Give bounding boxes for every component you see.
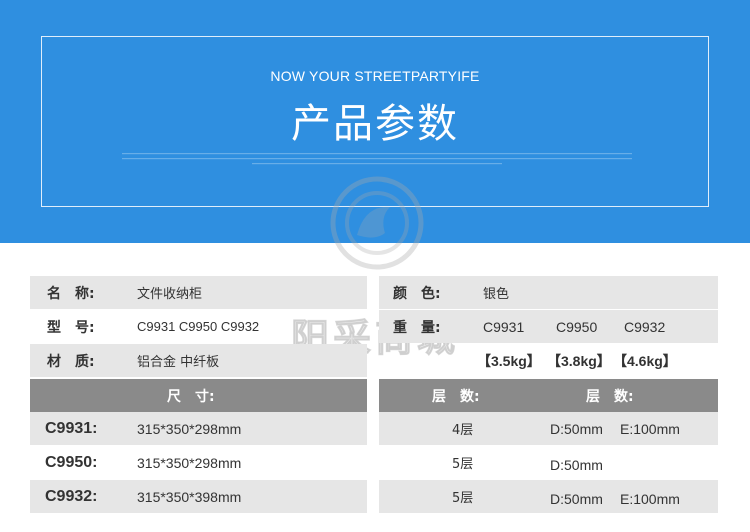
model-label: 型 号: (47, 319, 95, 336)
table-row: C9932: 315*350*398mm (30, 480, 367, 513)
row-layers: 4层 (452, 423, 474, 438)
layers-header-1: 层 数: (432, 388, 480, 405)
row-size: 315*350*298mm (137, 420, 242, 437)
header-banner: NOW YOUR STREETPARTYIFE 产品参数 (0, 0, 750, 243)
banner-decorative-lines (112, 151, 642, 173)
row-layers: 5层 (452, 491, 474, 506)
row-size: 315*350*398mm (137, 488, 242, 505)
name-label: 名 称: (47, 285, 95, 302)
row-layers: 5层 (452, 457, 474, 472)
table-row: 5层 D:50mm E:100mm (379, 480, 718, 513)
spec-row-color: 颜 色: 银色 (379, 276, 718, 309)
size-header: 尺 寸: (167, 388, 215, 405)
weight-value-2: 【3.8kg】 (547, 352, 611, 369)
layers-header-bar: 层 数: 层 数: (379, 379, 718, 412)
row-code: C9950: (45, 453, 98, 471)
weight-label: 重 量: (393, 319, 441, 336)
spec-row-model: 型 号: C9931 C9950 C9932 (30, 310, 367, 343)
color-label: 颜 色: (393, 285, 441, 302)
layers-header-2: 层 数: (586, 388, 634, 405)
row-e: E:100mm (620, 420, 680, 437)
row-code: C9931: (45, 419, 98, 437)
table-row: 5层 D:50mm (379, 446, 718, 479)
spec-row-weight: 重 量: C9931 C9950 C9932 (379, 310, 718, 343)
model-value: C9931 C9950 C9932 (137, 319, 260, 334)
banner-frame: NOW YOUR STREETPARTYIFE 产品参数 (41, 36, 709, 207)
table-row: C9931: 315*350*298mm (30, 412, 367, 445)
spec-row-material: 材 质: 铝合金 中纤板 (30, 344, 367, 377)
weight-model-1: C9931 (483, 318, 525, 335)
decorative-lines (122, 153, 632, 165)
row-size: 315*350*298mm (137, 454, 242, 471)
color-value: 银色 (483, 287, 510, 302)
weight-value-1: 【3.5kg】 (477, 352, 541, 369)
material-label: 材 质: (47, 353, 95, 370)
banner-subtitle: NOW YOUR STREETPARTYIFE (270, 68, 480, 84)
material-value: 铝合金 中纤板 (137, 355, 220, 370)
row-code: C9932: (45, 487, 98, 505)
weight-model-3: C9932 (624, 318, 666, 335)
row-d: D:50mm (550, 491, 603, 507)
weight-model-2: C9950 (556, 318, 598, 335)
weight-value-3: 【4.6kg】 (613, 352, 677, 369)
name-value: 文件收纳柜 (137, 287, 203, 302)
table-row: 4层 D:50mm E:100mm (379, 412, 718, 445)
spec-row-name: 名 称: 文件收纳柜 (30, 276, 367, 309)
table-row: C9950: 315*350*298mm (30, 446, 367, 479)
row-d: D:50mm (550, 420, 603, 437)
size-header-bar: 尺 寸: (30, 379, 367, 412)
row-e: E:100mm (620, 491, 680, 507)
banner-title: 产品参数 (291, 101, 459, 147)
row-d: D:50mm (550, 457, 603, 473)
spec-row-weight-values: 【3.5kg】 【3.8kg】 【4.6kg】 (379, 344, 718, 377)
